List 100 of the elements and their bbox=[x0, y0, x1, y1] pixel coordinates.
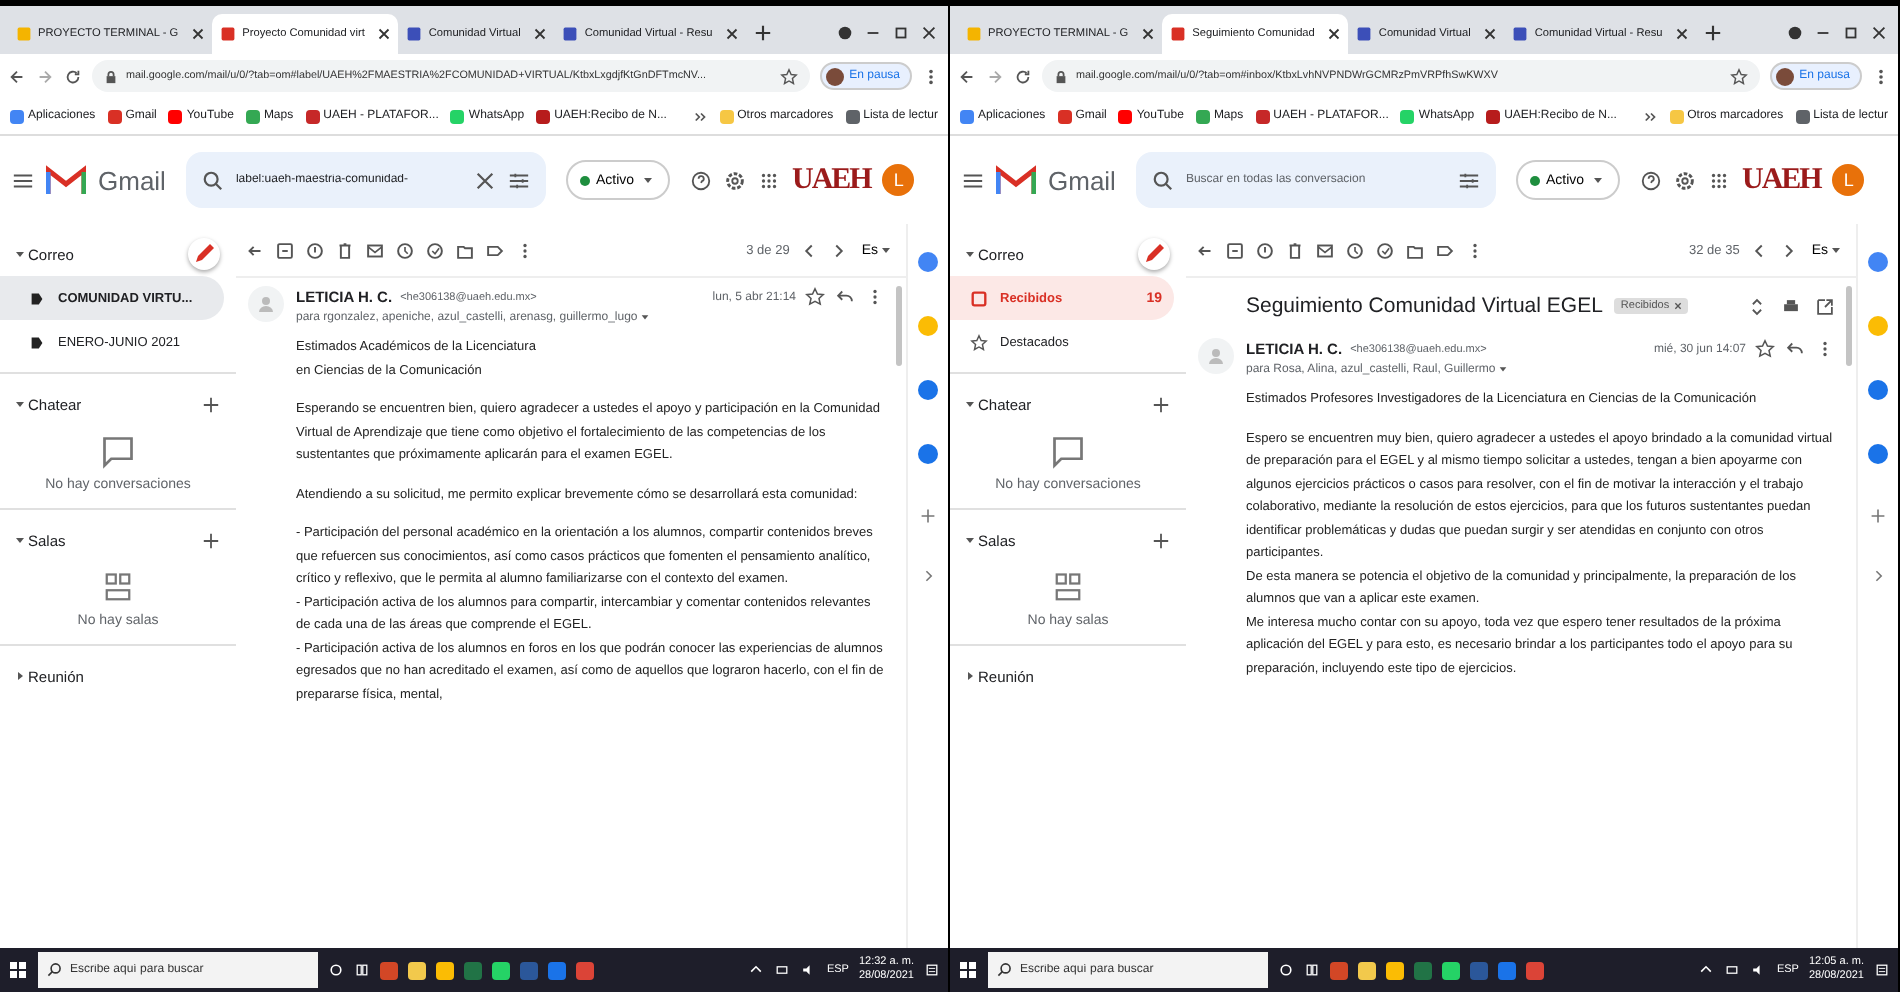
caret-icon[interactable] bbox=[642, 174, 655, 186]
task-icon[interactable] bbox=[424, 239, 446, 261]
clear-icon[interactable] bbox=[473, 169, 496, 191]
pencil-icon[interactable] bbox=[188, 238, 220, 270]
caret-icon[interactable] bbox=[14, 670, 26, 682]
star-icon[interactable] bbox=[804, 286, 826, 308]
pencil-icon[interactable] bbox=[1138, 238, 1170, 270]
envelope-icon[interactable] bbox=[364, 239, 386, 261]
close-icon[interactable] bbox=[726, 28, 739, 40]
tab-favicon-icon bbox=[16, 26, 32, 42]
side-app-icon[interactable] bbox=[918, 252, 938, 272]
tab-favicon-icon bbox=[406, 26, 423, 42]
scrollbar-thumb[interactable] bbox=[1846, 286, 1852, 366]
back-arrow-icon[interactable] bbox=[958, 67, 976, 85]
apps-grid-icon[interactable] bbox=[1708, 169, 1731, 191]
trash-icon[interactable] bbox=[1284, 239, 1306, 261]
chevron-icon[interactable] bbox=[1870, 568, 1886, 584]
trash-icon[interactable] bbox=[334, 239, 356, 261]
caret-icon[interactable] bbox=[1592, 174, 1605, 186]
caret-icon[interactable] bbox=[639, 312, 650, 322]
notification-icon[interactable] bbox=[1874, 962, 1890, 978]
close-icon[interactable] bbox=[1142, 28, 1155, 40]
back-arrow-icon[interactable] bbox=[8, 67, 26, 85]
caret-icon[interactable] bbox=[1830, 243, 1842, 256]
close-icon[interactable] bbox=[1328, 28, 1341, 40]
star-icon[interactable] bbox=[779, 67, 798, 85]
task-icon[interactable] bbox=[1374, 239, 1396, 261]
expand-icon[interactable] bbox=[1746, 295, 1768, 317]
menu-icon[interactable] bbox=[962, 169, 984, 191]
print-icon[interactable] bbox=[1780, 295, 1802, 317]
envelope-icon[interactable] bbox=[1314, 239, 1336, 261]
caret-icon[interactable] bbox=[880, 243, 892, 256]
plus-icon[interactable] bbox=[920, 508, 936, 524]
search-icon[interactable] bbox=[1151, 169, 1174, 191]
close-icon[interactable] bbox=[1676, 28, 1689, 40]
tab-favicon-icon bbox=[562, 26, 579, 42]
maximize-icon[interactable] bbox=[892, 24, 910, 42]
side-app-icon[interactable] bbox=[1868, 252, 1888, 272]
task-view-icon[interactable] bbox=[1304, 962, 1320, 978]
plus-icon[interactable] bbox=[1870, 508, 1886, 524]
help-icon[interactable] bbox=[690, 169, 713, 191]
reload-icon[interactable] bbox=[64, 67, 82, 85]
star-icon[interactable] bbox=[1754, 338, 1776, 360]
caret-icon[interactable] bbox=[1497, 364, 1508, 374]
side-app-icon[interactable] bbox=[918, 444, 938, 464]
caret-icon[interactable] bbox=[964, 534, 976, 546]
side-app-icon[interactable] bbox=[918, 380, 938, 400]
close-icon[interactable] bbox=[1870, 24, 1888, 42]
help-icon[interactable] bbox=[1640, 169, 1663, 191]
reload-icon[interactable] bbox=[1014, 67, 1032, 85]
plus-icon[interactable] bbox=[202, 395, 220, 413]
caret-icon[interactable] bbox=[964, 398, 976, 410]
chevron-icon[interactable] bbox=[1643, 109, 1658, 123]
side-app-icon[interactable] bbox=[1868, 380, 1888, 400]
external-link-icon[interactable] bbox=[1814, 295, 1836, 317]
clock-icon[interactable] bbox=[394, 239, 416, 261]
archive-icon[interactable] bbox=[274, 239, 296, 261]
search-icon[interactable] bbox=[201, 169, 224, 191]
windows-logo-icon[interactable] bbox=[958, 960, 978, 980]
chevron-icon[interactable] bbox=[920, 568, 936, 584]
star-icon bbox=[970, 333, 988, 351]
caret-icon[interactable] bbox=[14, 398, 26, 410]
apps-grid-icon[interactable] bbox=[758, 169, 781, 191]
filter-icon[interactable] bbox=[1457, 169, 1480, 191]
scrollbar-thumb[interactable] bbox=[896, 286, 902, 366]
tab-favicon-icon bbox=[966, 26, 982, 42]
maximize-icon[interactable] bbox=[1842, 24, 1860, 42]
close-icon[interactable] bbox=[378, 28, 391, 40]
close-icon[interactable] bbox=[534, 28, 547, 40]
new-tab-icon[interactable] bbox=[1704, 24, 1723, 42]
caret-icon[interactable] bbox=[964, 248, 976, 260]
close-icon[interactable] bbox=[920, 24, 938, 42]
alert-icon[interactable] bbox=[304, 239, 326, 261]
new-tab-icon[interactable] bbox=[754, 24, 773, 42]
chevron-icon[interactable] bbox=[693, 109, 708, 123]
clock-icon[interactable] bbox=[1344, 239, 1366, 261]
side-app-icon[interactable] bbox=[1868, 444, 1888, 464]
settings-icon[interactable] bbox=[1674, 169, 1697, 191]
settings-icon[interactable] bbox=[724, 169, 747, 191]
filter-icon[interactable] bbox=[507, 169, 530, 191]
sender-avatar bbox=[1198, 338, 1234, 374]
close-icon[interactable] bbox=[1673, 302, 1682, 310]
caret-icon[interactable] bbox=[14, 534, 26, 546]
windows-logo-icon[interactable] bbox=[8, 960, 28, 980]
plus-icon[interactable] bbox=[1152, 395, 1170, 413]
close-icon[interactable] bbox=[192, 28, 205, 40]
plus-icon[interactable] bbox=[202, 531, 220, 549]
archive-icon[interactable] bbox=[1224, 239, 1246, 261]
star-icon[interactable] bbox=[1729, 67, 1748, 85]
close-icon[interactable] bbox=[1484, 28, 1497, 40]
alert-icon[interactable] bbox=[1254, 239, 1276, 261]
label-icon bbox=[28, 289, 46, 307]
plus-icon[interactable] bbox=[1152, 531, 1170, 549]
task-view-icon[interactable] bbox=[354, 962, 370, 978]
caret-icon[interactable] bbox=[14, 248, 26, 260]
search-icon bbox=[996, 962, 1012, 978]
caret-icon[interactable] bbox=[964, 670, 976, 682]
menu-icon[interactable] bbox=[12, 169, 34, 191]
notification-icon[interactable] bbox=[924, 962, 940, 978]
gmail-wordmark: Gmail bbox=[98, 165, 166, 195]
